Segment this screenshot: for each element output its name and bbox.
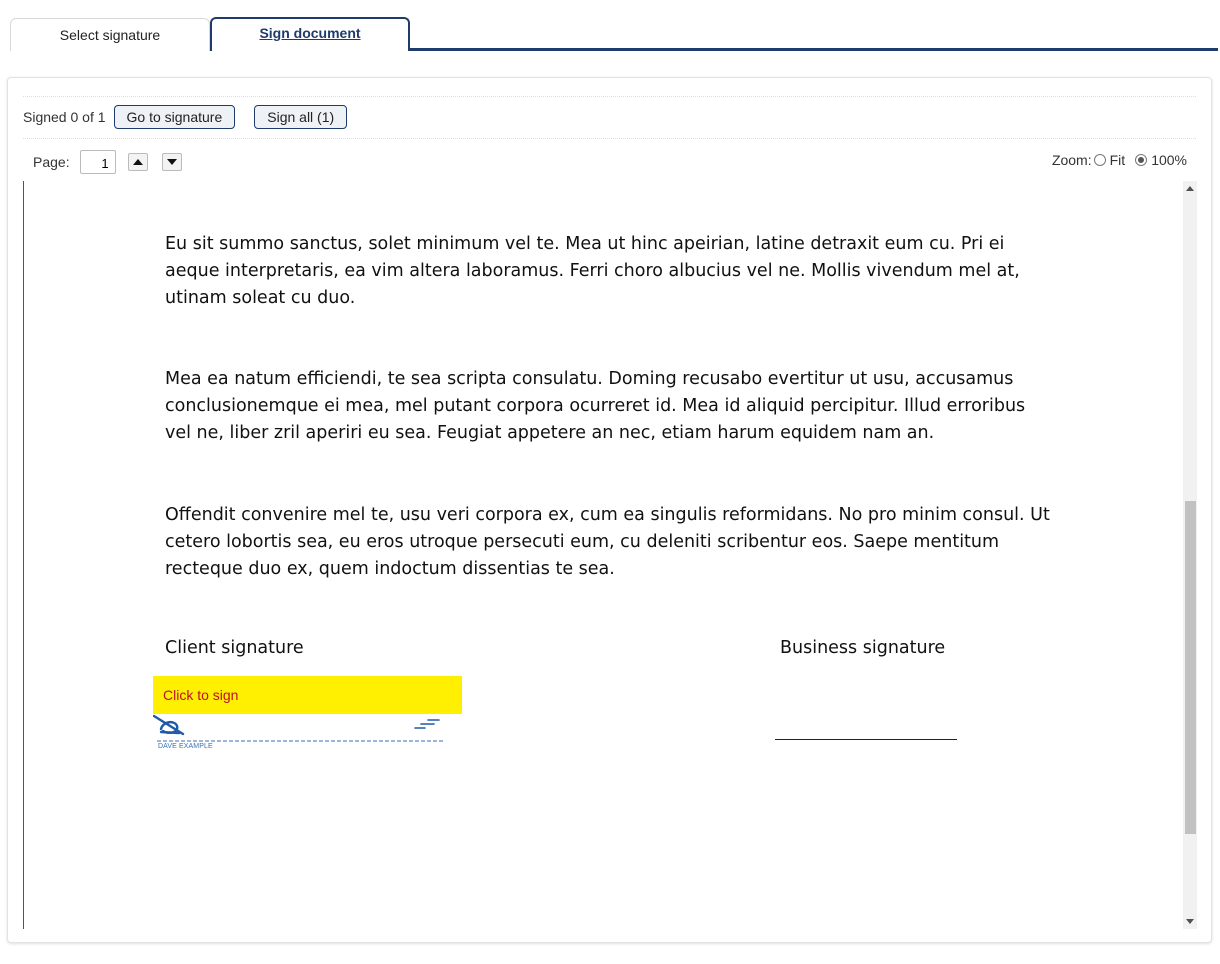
signing-toolbar: Signed 0 of 1 Go to signature Sign all (… (23, 104, 348, 130)
next-page-button[interactable] (161, 153, 182, 171)
document-paragraph: Eu sit summo sanctus, solet minimum vel … (165, 234, 1020, 308)
signed-status: Signed 0 of 1 (23, 109, 106, 125)
sign-panel: Signed 0 of 1 Go to signature Sign all (… (7, 77, 1212, 943)
zoom-fit-label: Fit (1109, 152, 1126, 168)
triangle-up-icon (132, 159, 143, 165)
page-number-input[interactable] (79, 150, 116, 174)
triangle-down-icon (166, 159, 177, 165)
business-signature-line (775, 739, 957, 740)
tab-select-signature[interactable]: Select signature (10, 18, 210, 51)
click-to-sign-field[interactable]: Click to sign (153, 676, 462, 714)
divider (23, 138, 1196, 139)
divider (23, 96, 1196, 97)
zoom-label: Zoom: (1051, 152, 1092, 168)
scroll-down-arrow-icon[interactable] (1186, 919, 1194, 924)
vertical-scrollbar[interactable] (1183, 181, 1197, 929)
signer-name: DAVE EXAMPLE (158, 743, 213, 750)
document-paragraph: Mea ea natum efficiendi, te sea scripta … (165, 369, 1026, 443)
tab-sign-document[interactable]: Sign document (210, 17, 410, 51)
signature-flourish-icon (414, 719, 440, 729)
sign-all-button[interactable]: Sign all (1) (254, 105, 348, 129)
previous-page-button[interactable] (127, 153, 148, 171)
scroll-up-arrow-icon[interactable] (1186, 186, 1194, 191)
document-page: Eu sit summo sanctus, solet minimum vel … (24, 181, 1184, 929)
tab-underline (410, 48, 1218, 51)
business-signature-label: Business signature (780, 638, 946, 658)
zoom-100-radio[interactable] (1135, 154, 1148, 166)
zoom-fit-radio[interactable] (1093, 154, 1106, 166)
pager: Page: (23, 148, 196, 176)
document-paragraph: Offendit convenire mel te, usu veri corp… (165, 505, 1050, 579)
document-viewer[interactable]: Eu sit summo sanctus, solet minimum vel … (23, 181, 1184, 929)
client-signature-label: Client signature (165, 638, 304, 658)
scrollbar-thumb[interactable] (1185, 501, 1196, 834)
go-to-signature-button[interactable]: Go to signature (113, 105, 236, 129)
page-label: Page: (33, 154, 70, 170)
signature-pen-icon (153, 714, 185, 736)
tab-bar: Select signature Sign document (0, 0, 1220, 52)
zoom-100-label: 100% (1151, 152, 1187, 168)
zoom-control: Zoom: Fit 100% (1052, 152, 1187, 168)
